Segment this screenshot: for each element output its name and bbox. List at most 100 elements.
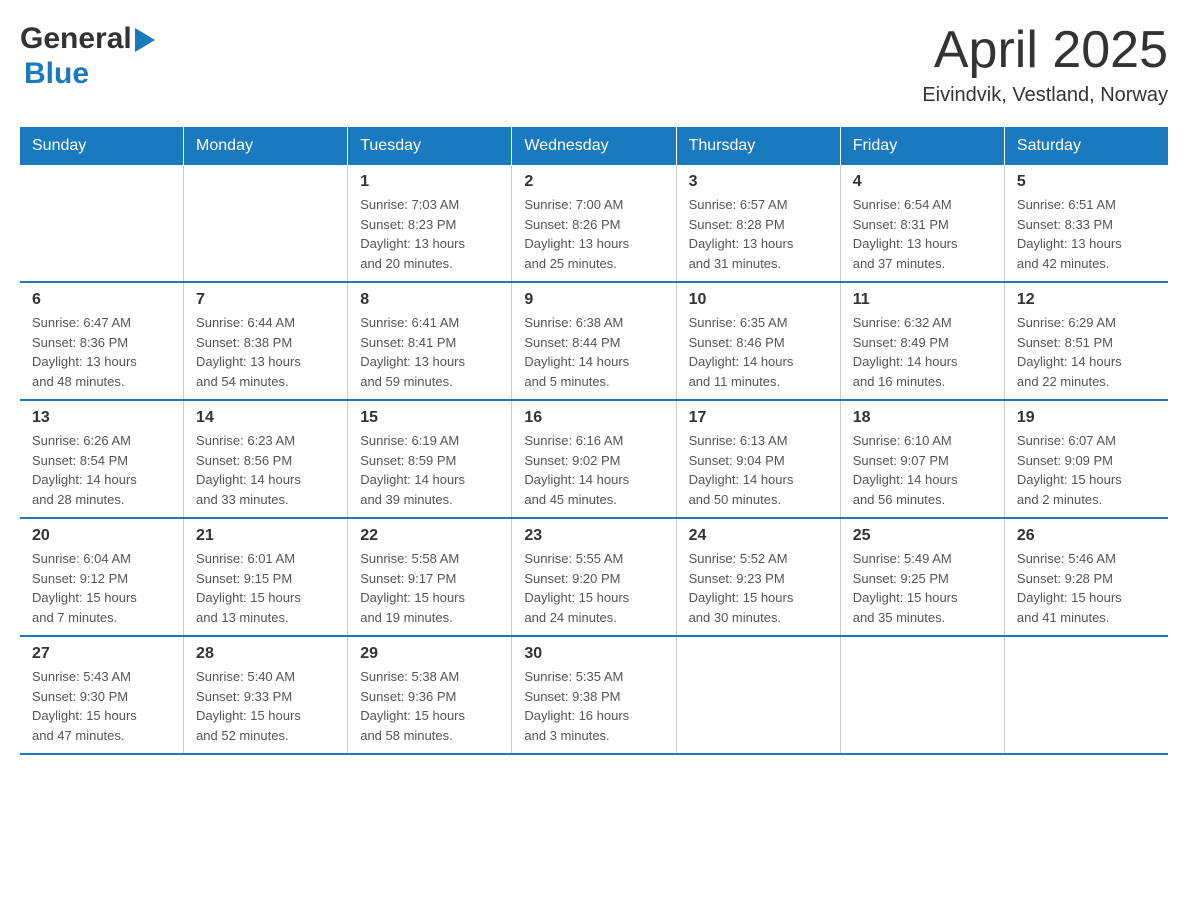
day-info: Sunrise: 5:35 AM Sunset: 9:38 PM Dayligh…	[524, 667, 663, 745]
weekday-header-thursday: Thursday	[676, 127, 840, 165]
day-info: Sunrise: 5:58 AM Sunset: 9:17 PM Dayligh…	[360, 549, 499, 627]
day-info: Sunrise: 6:35 AM Sunset: 8:46 PM Dayligh…	[689, 313, 828, 391]
day-number: 10	[689, 291, 828, 309]
calendar-cell: 18 Sunrise: 6:10 AM Sunset: 9:07 PM Dayli…	[840, 400, 1004, 518]
day-info: Sunrise: 6:41 AM Sunset: 8:41 PM Dayligh…	[360, 313, 499, 391]
weekday-header-saturday: Saturday	[1004, 127, 1168, 165]
day-info: Sunrise: 6:51 AM Sunset: 8:33 PM Dayligh…	[1017, 195, 1156, 273]
day-number: 21	[196, 527, 335, 545]
calendar-cell: 22 Sunrise: 5:58 AM Sunset: 9:17 PM Dayli…	[348, 518, 512, 636]
calendar-cell	[676, 636, 840, 754]
calendar-cell: 28 Sunrise: 5:40 AM Sunset: 9:33 PM Dayli…	[184, 636, 348, 754]
day-number: 15	[360, 409, 499, 427]
calendar-body: 1 Sunrise: 7:03 AM Sunset: 8:23 PM Daylig…	[20, 165, 1168, 754]
calendar-table: SundayMondayTuesdayWednesdayThursdayFrid…	[20, 127, 1168, 755]
day-info: Sunrise: 6:07 AM Sunset: 9:09 PM Dayligh…	[1017, 431, 1156, 509]
day-info: Sunrise: 5:52 AM Sunset: 9:23 PM Dayligh…	[689, 549, 828, 627]
day-number: 9	[524, 291, 663, 309]
day-info: Sunrise: 6:57 AM Sunset: 8:28 PM Dayligh…	[689, 195, 828, 273]
calendar-cell: 14 Sunrise: 6:23 AM Sunset: 8:56 PM Dayli…	[184, 400, 348, 518]
day-info: Sunrise: 5:55 AM Sunset: 9:20 PM Dayligh…	[524, 549, 663, 627]
day-info: Sunrise: 6:04 AM Sunset: 9:12 PM Dayligh…	[32, 549, 171, 627]
day-number: 28	[196, 645, 335, 663]
calendar-week-row: 20 Sunrise: 6:04 AM Sunset: 9:12 PM Dayli…	[20, 518, 1168, 636]
weekday-header-sunday: Sunday	[20, 127, 184, 165]
calendar-cell: 3Sunrise: 6:57 AM Sunset: 8:28 PM Daylig…	[676, 165, 840, 282]
calendar-cell: 2 Sunrise: 7:00 AM Sunset: 8:26 PM Daylig…	[512, 165, 676, 282]
calendar-cell: 25 Sunrise: 5:49 AM Sunset: 9:25 PM Dayli…	[840, 518, 1004, 636]
calendar-cell: 10 Sunrise: 6:35 AM Sunset: 8:46 PM Dayli…	[676, 282, 840, 400]
calendar-cell: 30Sunrise: 5:35 AM Sunset: 9:38 PM Dayli…	[512, 636, 676, 754]
calendar-cell: 24 Sunrise: 5:52 AM Sunset: 9:23 PM Dayli…	[676, 518, 840, 636]
calendar-week-row: 1 Sunrise: 7:03 AM Sunset: 8:23 PM Daylig…	[20, 165, 1168, 282]
day-info: Sunrise: 6:01 AM Sunset: 9:15 PM Dayligh…	[196, 549, 335, 627]
day-info: Sunrise: 6:54 AM Sunset: 8:31 PM Dayligh…	[853, 195, 992, 273]
calendar-cell: 29 Sunrise: 5:38 AM Sunset: 9:36 PM Dayli…	[348, 636, 512, 754]
day-number: 22	[360, 527, 499, 545]
day-number: 29	[360, 645, 499, 663]
day-info: Sunrise: 6:13 AM Sunset: 9:04 PM Dayligh…	[689, 431, 828, 509]
day-number: 25	[853, 527, 992, 545]
page-header: General Blue April 2025 Eivindvik, Vestl…	[20, 20, 1168, 107]
day-info: Sunrise: 5:40 AM Sunset: 9:33 PM Dayligh…	[196, 667, 335, 745]
calendar-cell: 13Sunrise: 6:26 AM Sunset: 8:54 PM Dayli…	[20, 400, 184, 518]
calendar-cell: 7 Sunrise: 6:44 AM Sunset: 8:38 PM Daylig…	[184, 282, 348, 400]
day-info: Sunrise: 6:29 AM Sunset: 8:51 PM Dayligh…	[1017, 313, 1156, 391]
day-number: 4	[853, 173, 992, 191]
day-info: Sunrise: 6:38 AM Sunset: 8:44 PM Dayligh…	[524, 313, 663, 391]
day-info: Sunrise: 6:16 AM Sunset: 9:02 PM Dayligh…	[524, 431, 663, 509]
title-area: April 2025 Eivindvik, Vestland, Norway	[922, 20, 1168, 107]
calendar-cell	[840, 636, 1004, 754]
weekday-header-tuesday: Tuesday	[348, 127, 512, 165]
day-number: 6	[32, 291, 171, 309]
calendar-cell: 20 Sunrise: 6:04 AM Sunset: 9:12 PM Dayli…	[20, 518, 184, 636]
day-info: Sunrise: 7:00 AM Sunset: 8:26 PM Dayligh…	[524, 195, 663, 273]
day-number: 19	[1017, 409, 1156, 427]
day-info: Sunrise: 7:03 AM Sunset: 8:23 PM Dayligh…	[360, 195, 499, 273]
day-info: Sunrise: 6:19 AM Sunset: 8:59 PM Dayligh…	[360, 431, 499, 509]
day-number: 7	[196, 291, 335, 309]
day-info: Sunrise: 5:49 AM Sunset: 9:25 PM Dayligh…	[853, 549, 992, 627]
day-number: 23	[524, 527, 663, 545]
calendar-header: SundayMondayTuesdayWednesdayThursdayFrid…	[20, 127, 1168, 165]
day-info: Sunrise: 6:26 AM Sunset: 8:54 PM Dayligh…	[32, 431, 171, 509]
logo-general-text: General	[20, 22, 132, 56]
calendar-cell	[1004, 636, 1168, 754]
day-info: Sunrise: 6:44 AM Sunset: 8:38 PM Dayligh…	[196, 313, 335, 391]
weekday-header-row: SundayMondayTuesdayWednesdayThursdayFrid…	[20, 127, 1168, 165]
calendar-cell: 9 Sunrise: 6:38 AM Sunset: 8:44 PM Daylig…	[512, 282, 676, 400]
day-number: 16	[524, 409, 663, 427]
logo-blue-text: Blue	[24, 57, 89, 90]
day-info: Sunrise: 5:43 AM Sunset: 9:30 PM Dayligh…	[32, 667, 171, 745]
calendar-cell: 16 Sunrise: 6:16 AM Sunset: 9:02 PM Dayli…	[512, 400, 676, 518]
day-number: 26	[1017, 527, 1156, 545]
day-number: 12	[1017, 291, 1156, 309]
calendar-cell	[20, 165, 184, 282]
day-number: 2	[524, 173, 663, 191]
day-number: 20	[32, 527, 171, 545]
calendar-cell: 1 Sunrise: 7:03 AM Sunset: 8:23 PM Daylig…	[348, 165, 512, 282]
calendar-cell: 19 Sunrise: 6:07 AM Sunset: 9:09 PM Dayli…	[1004, 400, 1168, 518]
day-info: Sunrise: 5:46 AM Sunset: 9:28 PM Dayligh…	[1017, 549, 1156, 627]
calendar-cell: 8 Sunrise: 6:41 AM Sunset: 8:41 PM Daylig…	[348, 282, 512, 400]
weekday-header-monday: Monday	[184, 127, 348, 165]
location-subtitle: Eivindvik, Vestland, Norway	[922, 84, 1168, 107]
day-info: Sunrise: 6:10 AM Sunset: 9:07 PM Dayligh…	[853, 431, 992, 509]
calendar-week-row: 13Sunrise: 6:26 AM Sunset: 8:54 PM Dayli…	[20, 400, 1168, 518]
calendar-cell: 4 Sunrise: 6:54 AM Sunset: 8:31 PM Daylig…	[840, 165, 1004, 282]
day-number: 24	[689, 527, 828, 545]
calendar-cell: 26 Sunrise: 5:46 AM Sunset: 9:28 PM Dayli…	[1004, 518, 1168, 636]
day-info: Sunrise: 6:32 AM Sunset: 8:49 PM Dayligh…	[853, 313, 992, 391]
day-number: 17	[689, 409, 828, 427]
day-number: 1	[360, 173, 499, 191]
day-info: Sunrise: 6:47 AM Sunset: 8:36 PM Dayligh…	[32, 313, 171, 391]
calendar-cell: 23 Sunrise: 5:55 AM Sunset: 9:20 PM Dayli…	[512, 518, 676, 636]
day-number: 8	[360, 291, 499, 309]
day-info: Sunrise: 6:23 AM Sunset: 8:56 PM Dayligh…	[196, 431, 335, 509]
calendar-week-row: 27Sunrise: 5:43 AM Sunset: 9:30 PM Dayli…	[20, 636, 1168, 754]
calendar-cell: 17 Sunrise: 6:13 AM Sunset: 9:04 PM Dayli…	[676, 400, 840, 518]
calendar-cell: 6 Sunrise: 6:47 AM Sunset: 8:36 PM Daylig…	[20, 282, 184, 400]
day-number: 14	[196, 409, 335, 427]
day-number: 18	[853, 409, 992, 427]
day-info: Sunrise: 5:38 AM Sunset: 9:36 PM Dayligh…	[360, 667, 499, 745]
